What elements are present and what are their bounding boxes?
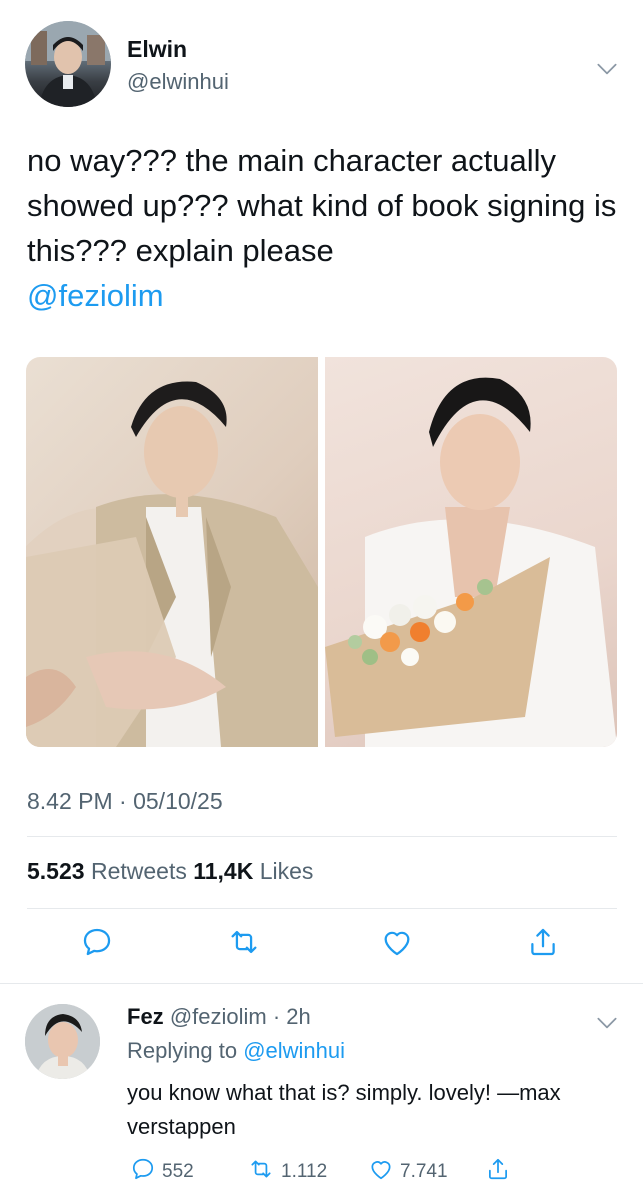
chevron-down-icon[interactable] <box>594 56 620 87</box>
avatar[interactable] <box>25 21 111 107</box>
likes-count[interactable]: 11,4K <box>193 858 253 884</box>
author-name[interactable]: Elwin <box>127 36 187 63</box>
retweets-count[interactable]: 5.523 <box>27 858 85 884</box>
retweet-icon[interactable] <box>247 1156 275 1188</box>
likes-label[interactable]: Likes <box>260 858 314 884</box>
tweet-timestamp: 8.42 PM · 05/10/25 <box>27 788 223 814</box>
tweet-text: no way??? the main character actually sh… <box>27 138 617 318</box>
comment-icon[interactable] <box>130 1156 156 1188</box>
chevron-down-icon[interactable] <box>594 1010 620 1041</box>
tweet-stats: 5.523 Retweets 11,4K Likes <box>27 858 313 885</box>
reply-comment-count: 552 <box>162 1161 194 1182</box>
share-icon[interactable] <box>485 1156 511 1188</box>
reply-comment-button[interactable]: 552 <box>130 1156 194 1188</box>
heart-icon[interactable] <box>368 1156 394 1188</box>
retweet-icon[interactable] <box>227 925 261 964</box>
replying-prefix: Replying to <box>127 1038 238 1063</box>
tweet-mention-link[interactable]: @feziolim <box>27 278 164 313</box>
author-handle[interactable]: @elwinhui <box>127 69 229 95</box>
reply-retweet-count: 1.112 <box>281 1161 328 1182</box>
replying-to-link[interactable]: @elwinhui <box>243 1038 345 1063</box>
share-icon[interactable] <box>526 925 560 964</box>
reply-header: Fez @feziolim · 2h <box>127 1004 311 1030</box>
retweets-label[interactable]: Retweets <box>91 858 187 884</box>
reply-avatar[interactable] <box>25 1004 100 1079</box>
divider <box>0 983 643 984</box>
heart-icon[interactable] <box>380 925 414 964</box>
tweet-photo-left[interactable] <box>26 357 318 747</box>
reply-retweet-button[interactable]: 1.112 <box>247 1156 327 1188</box>
tweet-body: no way??? the main character actually sh… <box>27 143 617 268</box>
tweet-photo-right[interactable] <box>325 357 617 747</box>
reply-handle-time[interactable]: @feziolim · 2h <box>170 1004 311 1029</box>
reply-share-button[interactable] <box>485 1156 511 1188</box>
comment-icon[interactable] <box>80 925 114 964</box>
divider <box>27 836 617 837</box>
reply-author-name[interactable]: Fez <box>127 1004 164 1029</box>
reply-like-count: 7.741 <box>400 1161 448 1182</box>
reply-like-button[interactable]: 7.741 <box>368 1156 448 1188</box>
reply-text: you know what that is? simply. lovely! —… <box>127 1080 561 1139</box>
divider <box>27 908 617 909</box>
replying-to: Replying to @elwinhui <box>127 1038 345 1064</box>
